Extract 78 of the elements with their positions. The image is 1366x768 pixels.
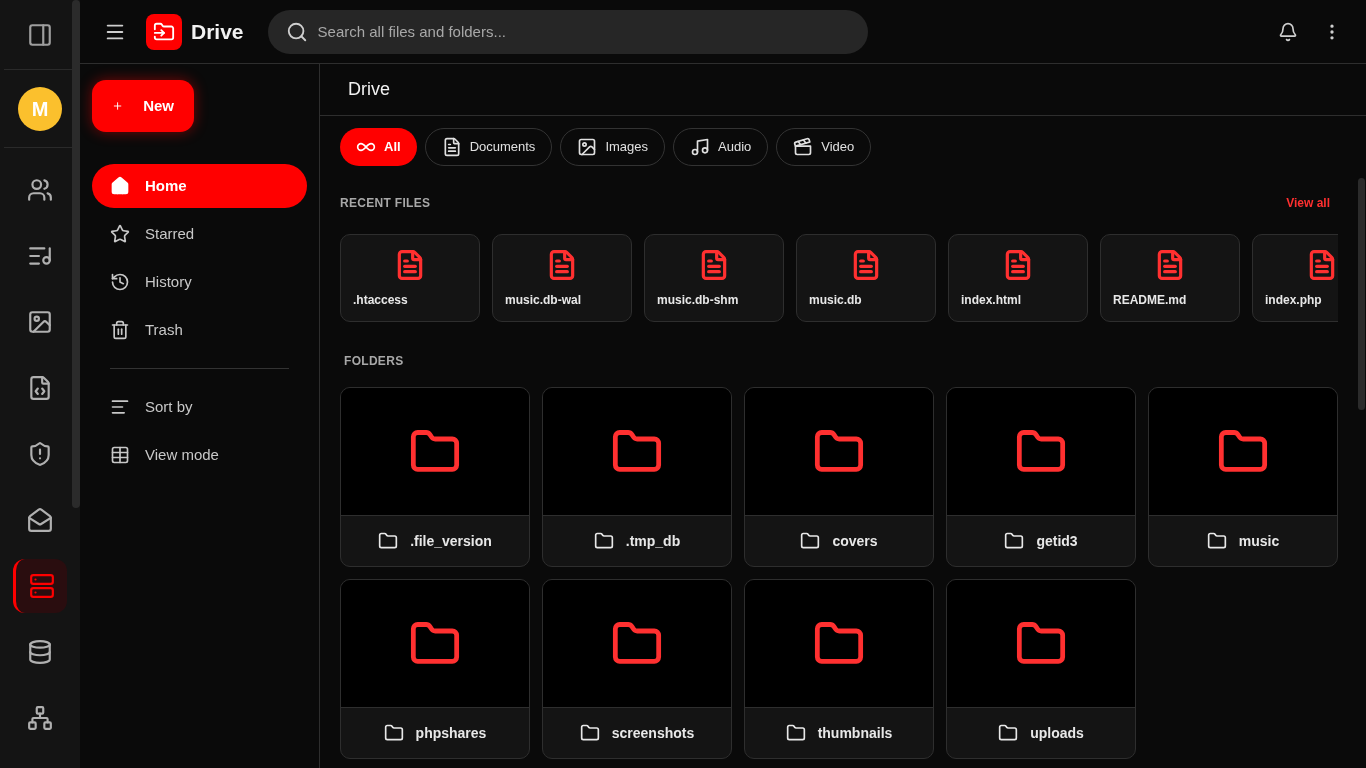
folder-card[interactable]: covers: [744, 387, 934, 567]
folder-card[interactable]: music: [1148, 387, 1338, 567]
file-name: music.db: [809, 292, 863, 309]
rail-button[interactable]: [13, 559, 67, 613]
database-icon: [27, 639, 53, 665]
folder-icon: [383, 723, 404, 743]
folder-name: uploads: [1030, 723, 1084, 743]
folder-icon: [378, 531, 399, 551]
file-name: music.db-shm: [657, 292, 740, 309]
code-file-icon: [27, 375, 53, 401]
shield-icon: [27, 441, 53, 467]
folder-name: music: [1238, 531, 1280, 551]
folder-name: .tmp_db: [625, 531, 681, 551]
trash-icon: [110, 320, 130, 340]
nav-item[interactable]: Home: [92, 164, 307, 208]
section-heading: FOLDERS: [344, 354, 404, 368]
file-card[interactable]: music.db-wal: [492, 234, 632, 322]
file-card[interactable]: index.php: [1252, 234, 1338, 322]
folder-name: getid3: [1036, 531, 1078, 551]
server-icon: [28, 573, 55, 599]
image-icon: [27, 309, 53, 335]
scrollbar-thumb[interactable]: [72, 0, 80, 508]
history-icon: [110, 272, 130, 292]
scrollbar-thumb[interactable]: [1358, 178, 1365, 410]
logo-icon: [146, 13, 182, 50]
clapperboard-icon: [793, 137, 814, 157]
folder-icon: [579, 723, 600, 743]
folder-card[interactable]: phpshares: [340, 579, 530, 759]
folder-card[interactable]: screenshots: [542, 579, 732, 759]
file-card[interactable]: .htaccess: [340, 234, 480, 322]
people-icon: [27, 177, 53, 203]
folder-name: thumbnails: [817, 723, 893, 743]
page-title: Drive: [348, 78, 390, 101]
folder-icon: [593, 531, 614, 551]
folder-icon: [998, 723, 1019, 743]
nav-item[interactable]: Starred: [92, 212, 307, 256]
home-icon: [110, 176, 130, 196]
file-name: music.db-wal: [505, 292, 582, 309]
file-name: index.php: [1265, 292, 1323, 309]
sidebar-option[interactable]: View mode: [92, 433, 307, 477]
mail-icon: [27, 507, 53, 533]
image-icon: [577, 137, 598, 157]
nav-item[interactable]: Trash: [92, 308, 307, 352]
folder-icon: [1206, 531, 1227, 551]
table-icon: [110, 445, 130, 465]
filter-chip[interactable]: All: [340, 128, 417, 166]
sidebar-option[interactable]: Sort by: [92, 385, 307, 429]
file-card[interactable]: index.html: [948, 234, 1088, 322]
network-icon: [27, 705, 53, 731]
folder-name: .file_version: [410, 531, 492, 551]
search-icon: [285, 20, 308, 43]
section-heading: RECENT FILES: [340, 195, 431, 212]
file-card[interactable]: README.md: [1100, 234, 1240, 322]
star-icon: [110, 224, 130, 244]
file-name: index.html: [961, 292, 1022, 309]
search-field[interactable]: Search all files and folders...: [267, 9, 868, 54]
folder-icon: [1004, 531, 1025, 551]
folder-icon: [785, 723, 806, 743]
folder-icon: [800, 531, 821, 551]
file-name: .htaccess: [353, 292, 409, 309]
music-note-icon: [690, 137, 710, 157]
file-card[interactable]: music.db-shm: [644, 234, 784, 322]
view-all-link[interactable]: View all: [1286, 194, 1330, 212]
folder-card[interactable]: thumbnails: [744, 579, 934, 759]
sort-icon: [110, 397, 130, 417]
file-name: README.md: [1113, 292, 1188, 309]
folder-card[interactable]: uploads: [946, 579, 1136, 759]
file-card[interactable]: music.db: [796, 234, 936, 322]
folder-card[interactable]: .file_version: [340, 387, 530, 567]
folder-card[interactable]: getid3: [946, 387, 1136, 567]
folder-name: phpshares: [415, 723, 487, 743]
new-button[interactable]: New: [92, 80, 194, 132]
folder-card[interactable]: .tmp_db: [542, 387, 732, 567]
folder-name: screenshots: [611, 723, 695, 743]
notification-icon[interactable]: [1278, 21, 1298, 42]
folder-name: covers: [832, 531, 878, 551]
nav-item[interactable]: History: [92, 260, 307, 304]
app-title: Drive: [191, 18, 244, 45]
